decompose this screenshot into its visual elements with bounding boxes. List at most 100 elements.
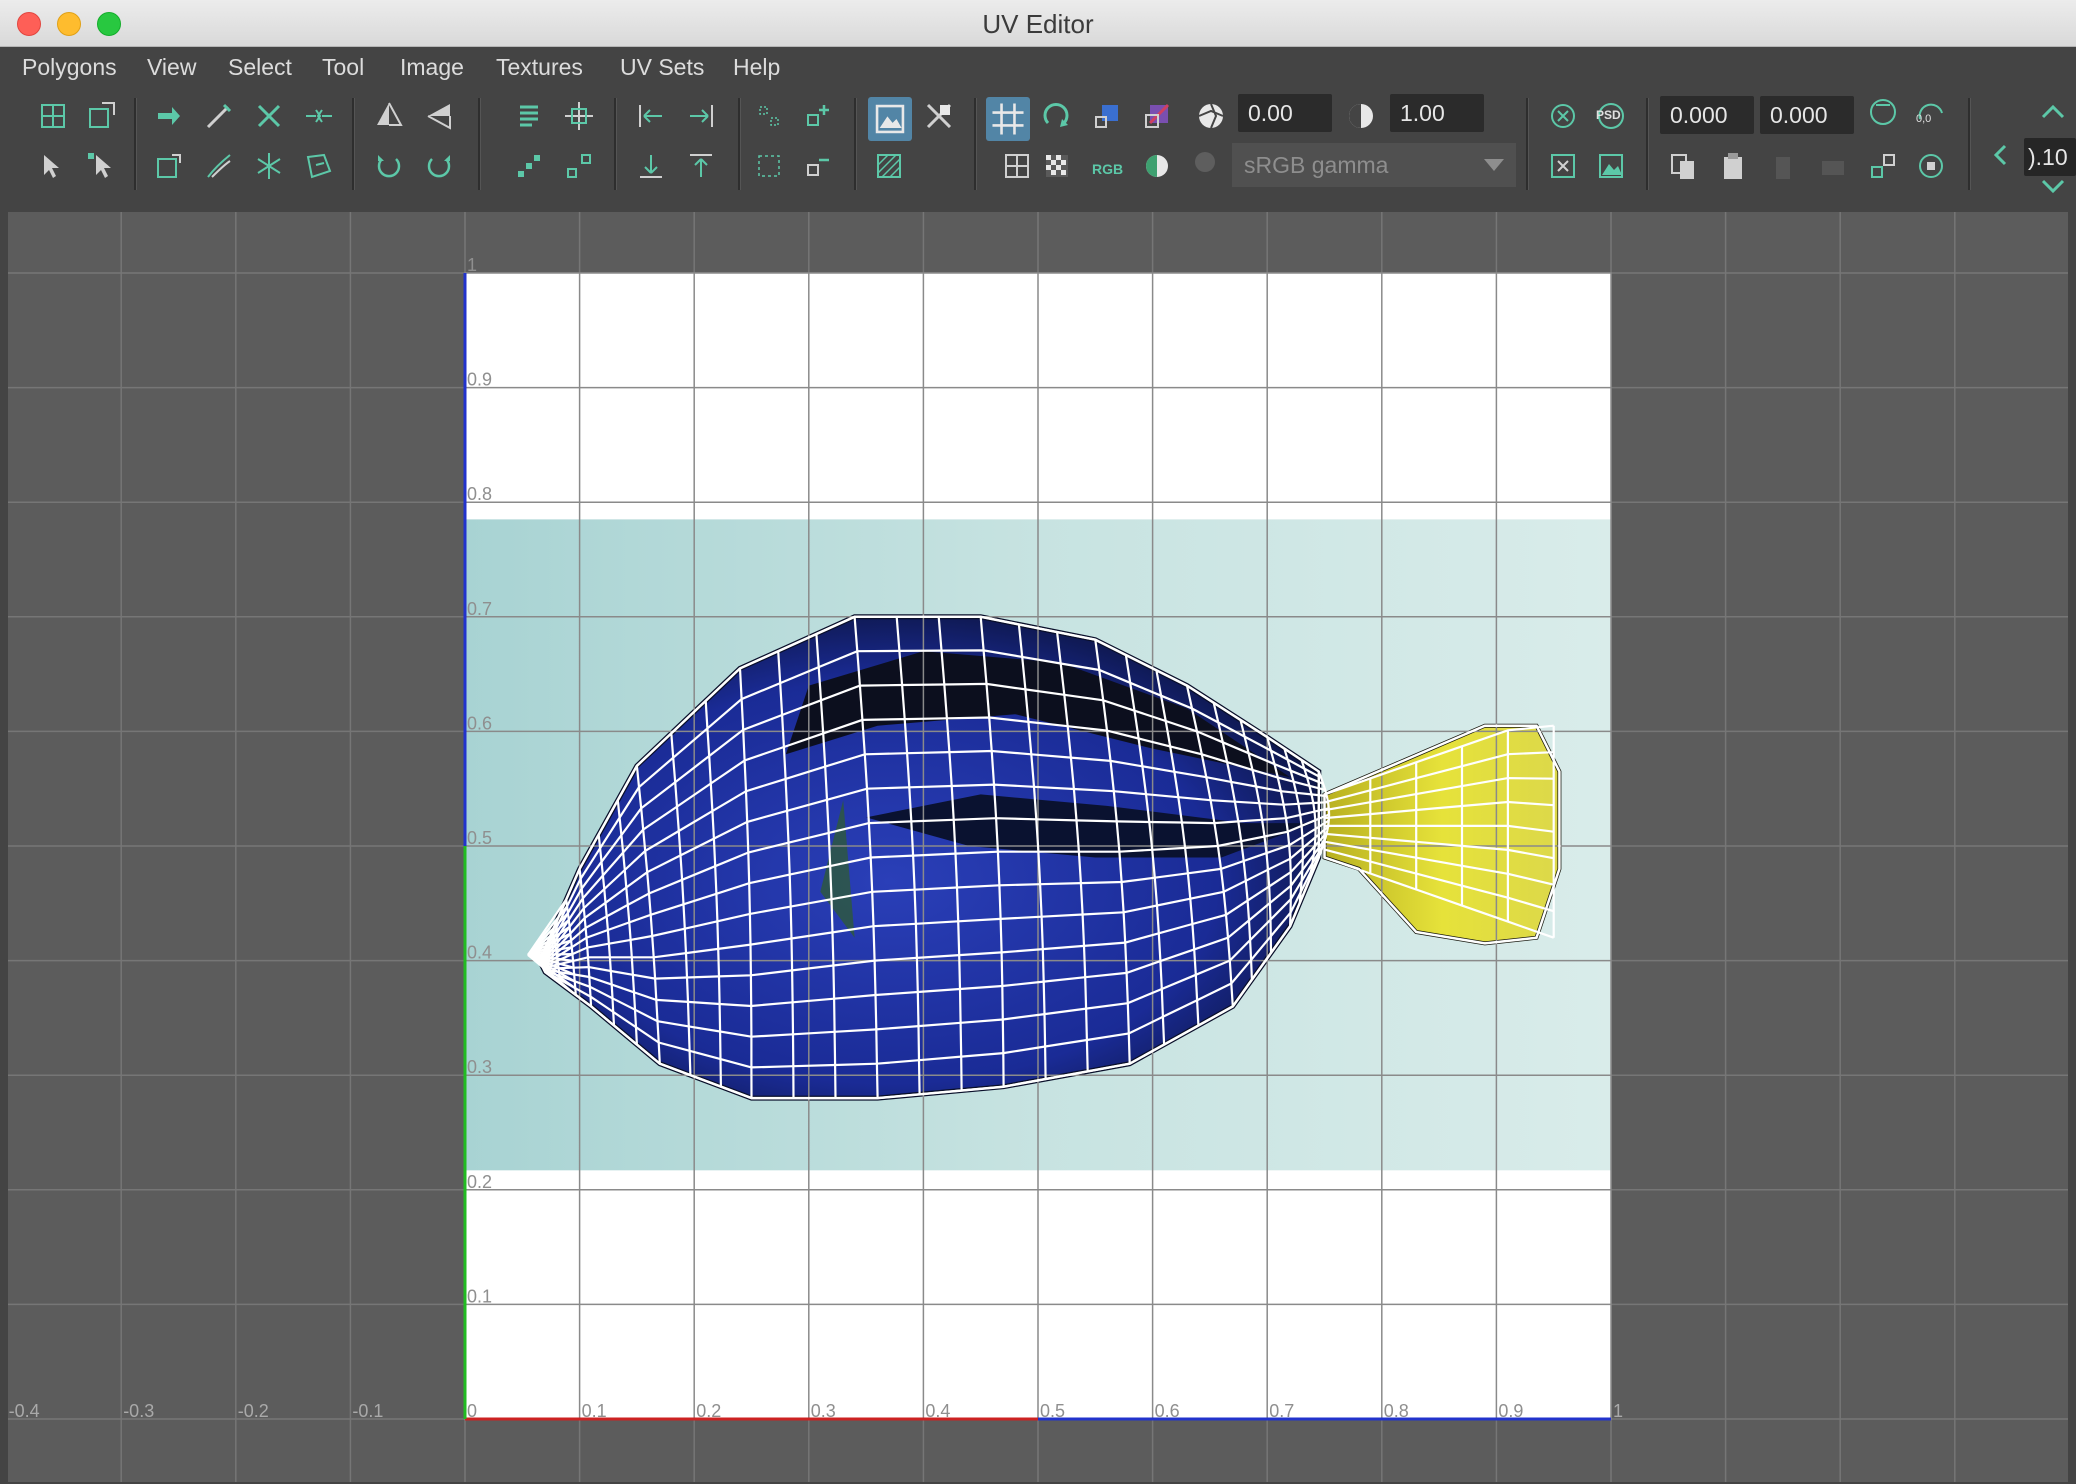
- u-tick-label: 0.6: [1155, 1401, 1180, 1421]
- color-space-dropdown[interactable]: sRGB gamma: [1232, 143, 1516, 187]
- exposure-field[interactable]: 0.00: [1238, 94, 1332, 132]
- u-tick-label: 0.9: [1498, 1401, 1523, 1421]
- u-tick-label: 0.2: [696, 1401, 721, 1421]
- copy-uv-icon[interactable]: [1666, 149, 1700, 183]
- rotate-ccw-icon[interactable]: [372, 149, 406, 183]
- sew-uv-icon[interactable]: [252, 99, 286, 133]
- align-bottom-icon[interactable]: [634, 149, 668, 183]
- chevron-up-icon[interactable]: [2036, 95, 2066, 129]
- flip-u-icon[interactable]: [372, 99, 406, 133]
- dim-image-icon[interactable]: [872, 149, 906, 183]
- texture-borders-icon[interactable]: [1140, 99, 1174, 133]
- menu-view[interactable]: View: [147, 54, 196, 81]
- cut-uv-icon[interactable]: [202, 99, 236, 133]
- v-tick-label: 0.9: [467, 370, 492, 390]
- smudge-icon[interactable]: [202, 149, 236, 183]
- menu-select[interactable]: Select: [228, 54, 292, 81]
- grid-select-icon[interactable]: [752, 99, 786, 133]
- u-tick-label: 0.3: [811, 1401, 836, 1421]
- u-tick-label: -0.4: [9, 1401, 40, 1421]
- chevron-left-icon[interactable]: [1984, 138, 2008, 172]
- psd-network-button[interactable]: PSD: [1594, 99, 1628, 133]
- shade-uv-icon[interactable]: [1090, 99, 1124, 133]
- shrink-selection-icon[interactable]: [802, 149, 836, 183]
- exposure-icon[interactable]: [1194, 99, 1228, 133]
- layout-icon[interactable]: [302, 149, 336, 183]
- update-psd-icon[interactable]: [1594, 149, 1628, 183]
- image-range-icon[interactable]: [1546, 99, 1580, 133]
- distribute-uv-icon[interactable]: [512, 149, 546, 183]
- u-tick-label: 0: [467, 1401, 477, 1421]
- u-tick-label: 0.4: [925, 1401, 950, 1421]
- checker-tiles-icon[interactable]: [922, 99, 956, 133]
- wireframe-toggle-icon[interactable]: [1000, 149, 1034, 183]
- uv-canvas[interactable]: -0.4 -0.3 -0.2 -0.1 0 0.1 0.2 0.3 0.4 0.5 0.6 0.7 0.…: [8, 212, 2068, 1482]
- snap-uv-icon[interactable]: [562, 99, 596, 133]
- unfold-icon[interactable]: [152, 149, 186, 183]
- u-tick-label: -0.1: [352, 1401, 383, 1421]
- menu-polygons[interactable]: Polygons: [22, 54, 117, 81]
- rotate-cw-icon[interactable]: [422, 149, 456, 183]
- cycle-uv-icon[interactable]: [1914, 149, 1948, 183]
- v-tick-label: 0.2: [467, 1172, 492, 1192]
- toolbar: 0.00 1.00 RGB sRGB gamma PSD 0.000 0.000…: [0, 90, 2076, 210]
- u-tick-label: 0.5: [1040, 1401, 1065, 1421]
- checker-map-icon[interactable]: [1040, 149, 1074, 183]
- merge-uv-icon[interactable]: [302, 99, 336, 133]
- menu-help[interactable]: Help: [733, 54, 780, 81]
- display-image-button[interactable]: [868, 97, 912, 141]
- snapshot-icon[interactable]: [1546, 149, 1580, 183]
- u-tick-label: 1: [1613, 1401, 1623, 1421]
- freeze-icon[interactable]: [252, 149, 286, 183]
- flip-v-icon[interactable]: [422, 99, 456, 133]
- stack-shells-icon[interactable]: [512, 99, 546, 133]
- paste-uv-icon[interactable]: [1716, 149, 1750, 183]
- v-tick-label: 0.4: [467, 943, 492, 963]
- gamma-field[interactable]: 1.00: [1390, 94, 1484, 132]
- v-tick-label: 0.7: [467, 599, 492, 619]
- title-bar: UV Editor: [0, 0, 2076, 47]
- grow-selection-icon[interactable]: [802, 99, 836, 133]
- menu-tool[interactable]: Tool: [322, 54, 364, 81]
- menu-image[interactable]: Image: [400, 54, 464, 81]
- uv-viewport[interactable]: -0.4 -0.3 -0.2 -0.1 0 0.1 0.2 0.3 0.4 0.5 0.6 0.7 0.…: [8, 212, 2068, 1482]
- u-coordinate-field[interactable]: 0.000: [1660, 96, 1754, 134]
- pixel-snap-icon[interactable]: [1040, 99, 1074, 133]
- chevron-down-icon: [1484, 159, 1504, 171]
- alpha-channel-icon[interactable]: [1140, 149, 1174, 183]
- u-tick-label: -0.2: [238, 1401, 269, 1421]
- move-uv-icon[interactable]: [152, 99, 186, 133]
- align-left-icon[interactable]: [634, 99, 668, 133]
- origin-uv-icon[interactable]: 0,0: [1914, 95, 1948, 129]
- u-tick-label: -0.3: [123, 1401, 154, 1421]
- align-top-icon[interactable]: [684, 149, 718, 183]
- v-tick-label: 0.8: [467, 484, 492, 504]
- select-tool-icon[interactable]: [84, 149, 118, 183]
- chevron-down-small-icon[interactable]: [2036, 175, 2066, 209]
- v-coordinate-field[interactable]: 0.000: [1760, 96, 1854, 134]
- uv-shell-border-icon[interactable]: [84, 99, 118, 133]
- paste-u-icon: [1766, 149, 1800, 183]
- gamma-icon[interactable]: [1344, 99, 1378, 133]
- select-arrow-icon[interactable]: [36, 149, 70, 183]
- window-title: UV Editor: [982, 9, 1094, 39]
- align-right-icon[interactable]: [684, 99, 718, 133]
- uv-shell-grid-icon[interactable]: [36, 99, 70, 133]
- select-border-icon[interactable]: [752, 149, 786, 183]
- view-transform-icon: [1188, 149, 1222, 183]
- rgb-channels-button[interactable]: RGB: [1092, 152, 1132, 186]
- v-tick-label: 0.3: [467, 1057, 492, 1077]
- v-tick-label: 1: [467, 255, 477, 275]
- u-tick-label: 0.8: [1384, 1401, 1409, 1421]
- v-tick-label: 0.5: [467, 828, 492, 848]
- gather-uv-icon[interactable]: [562, 149, 596, 183]
- display-grid-button[interactable]: [986, 97, 1030, 141]
- psd-label: PSD: [1596, 108, 1621, 122]
- menu-bar: Polygons View Select Tool Image Textures…: [0, 47, 2076, 90]
- transform-uv-icon[interactable]: [1866, 95, 1900, 129]
- menu-textures[interactable]: Textures: [496, 54, 583, 81]
- copy-shell-icon[interactable]: [1866, 149, 1900, 183]
- menu-uv-sets[interactable]: UV Sets: [620, 54, 704, 81]
- uv-editor-window: UV Editor Polygons View Select Tool Imag…: [0, 0, 2076, 1484]
- step-size-field[interactable]: ).10: [2024, 138, 2076, 176]
